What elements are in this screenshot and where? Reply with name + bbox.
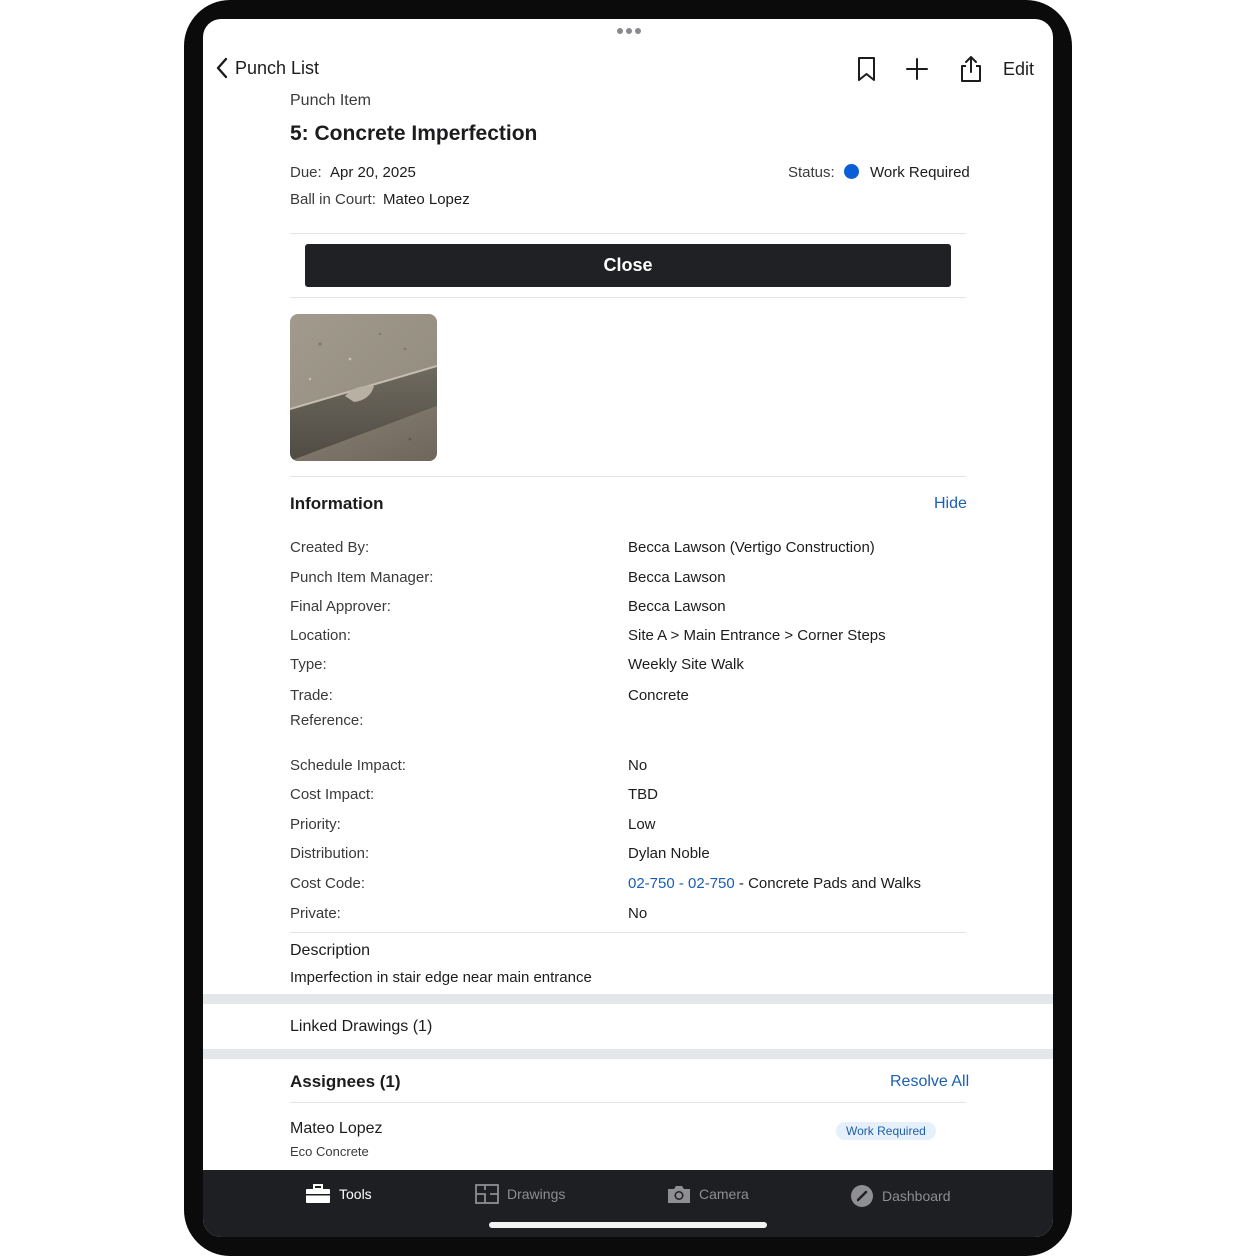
multitasking-dots-icon[interactable] [617,27,641,35]
chevron-left-icon [216,57,228,79]
info-row-type: Type: Weekly Site Walk [290,656,744,673]
divider [290,233,966,234]
tab-dashboard[interactable]: Dashboard [850,1184,951,1208]
tab-drawings-label: Drawings [507,1186,566,1202]
tab-camera[interactable]: Camera [667,1184,749,1204]
assignee-company: Eco Concrete [290,1144,369,1159]
bookmark-icon[interactable] [853,55,881,83]
drawings-icon [475,1184,499,1204]
assignees-title: Assignees (1) [290,1072,401,1091]
info-row-distribution: Distribution: Dylan Noble [290,845,710,862]
assignee-status-badge: Work Required [836,1122,936,1140]
status-dot-icon [844,164,859,179]
info-row-reference: Reference: [290,712,364,729]
dashboard-icon [851,1185,873,1207]
info-row-schedule-impact: Schedule Impact: No [290,757,648,774]
divider [290,476,966,477]
toolbox-icon [306,1184,330,1203]
info-row-final-approver: Final Approver: Becca Lawson [290,598,726,615]
section-separator [203,994,1053,1004]
information-title: Information [290,494,384,513]
back-label: Punch List [235,57,320,78]
close-item-button[interactable]: Close [305,244,951,287]
app-screen: Punch List Edit Punch Item 5: Concrete I… [203,19,1053,1237]
assignee-name[interactable]: Mateo Lopez [290,1120,383,1138]
punch-item-photo[interactable] [290,314,437,461]
share-icon[interactable] [957,55,985,83]
info-row-cost-impact: Cost Impact: TBD [290,786,658,803]
info-row-priority: Priority: Low [290,816,656,833]
info-row-cost-code: Cost Code: 02-750 - 02-750 - Concrete Pa… [290,875,921,892]
cost-code-link[interactable]: 02-750 - 02-750 [628,875,735,892]
hide-information-link[interactable]: Hide [934,495,967,513]
tab-dashboard-label: Dashboard [882,1188,951,1204]
info-row-punch-item-manager: Punch Item Manager: Becca Lawson [290,569,726,586]
tab-camera-label: Camera [699,1186,749,1202]
info-row-private: Private: No [290,905,648,922]
camera-icon [668,1186,690,1203]
status-label: Status: [788,164,835,181]
divider [290,297,966,298]
description-title: Description [290,942,371,959]
divider [290,932,966,933]
status-value: Work Required [870,164,970,181]
info-row-trade: Trade: Concrete [290,687,689,704]
tab-drawings[interactable]: Drawings [475,1184,565,1204]
plus-icon[interactable] [903,55,931,83]
description-text: Imperfection in stair edge near main ent… [290,969,592,986]
tab-tools[interactable]: Tools [305,1184,372,1204]
ball-in-court-label: Ball in Court: [290,191,376,208]
linked-drawings-row[interactable]: Linked Drawings (1) [290,1018,432,1036]
resolve-all-link[interactable]: Resolve All [890,1073,969,1091]
home-indicator[interactable] [489,1222,767,1228]
tab-tools-label: Tools [339,1186,372,1202]
back-button[interactable]: Punch List [215,57,319,79]
ball-in-court-value: Mateo Lopez [383,191,470,208]
page-title: 5: Concrete Imperfection [290,122,538,145]
info-row-location: Location: Site A > Main Entrance > Corner… [290,627,886,644]
due-label: Due: [290,164,322,181]
divider [290,1102,966,1103]
info-row-created-by: Created By: Becca Lawson (Vertigo Constru… [290,539,875,556]
edit-button[interactable]: Edit [1003,59,1034,80]
page-kicker: Punch Item [290,92,371,109]
cost-code-description: - Concrete Pads and Walks [734,875,921,892]
section-separator [203,1049,1053,1059]
due-value: Apr 20, 2025 [330,164,416,181]
